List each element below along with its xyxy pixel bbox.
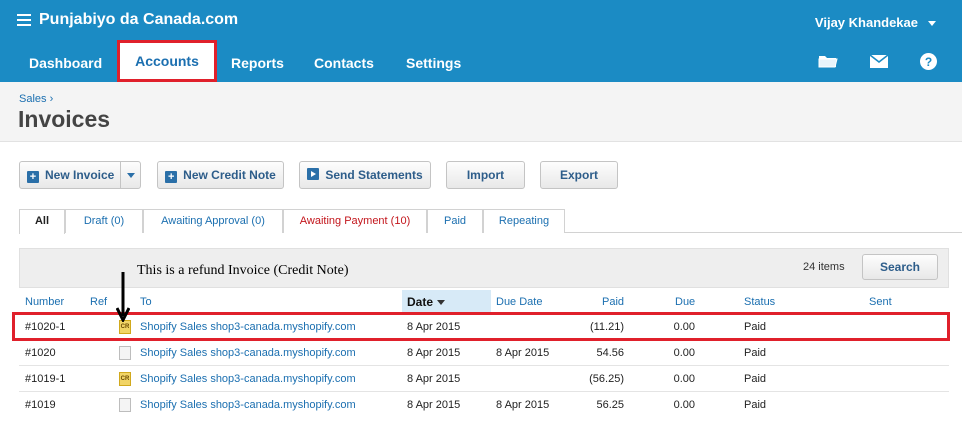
send-statements-button[interactable]: Send Statements (299, 161, 431, 189)
invoice-date: 8 Apr 2015 (407, 399, 461, 411)
search-button[interactable]: Search (862, 254, 938, 280)
invoice-due: 0.00 (673, 399, 695, 411)
invoice-paid: 56.25 (596, 399, 624, 411)
col-number[interactable]: Number (25, 296, 64, 308)
document-icon (119, 398, 131, 412)
document-icon (119, 346, 131, 360)
nav-settings[interactable]: Settings (406, 44, 461, 82)
col-to[interactable]: To (140, 296, 152, 308)
invoice-contact-link[interactable]: Shopify Sales shop3-canada.myshopify.com (140, 399, 356, 411)
tab-awaiting-approval[interactable]: Awaiting Approval (0) (143, 209, 283, 233)
invoice-paid: 54.56 (596, 347, 624, 359)
page-title: Invoices (18, 106, 111, 132)
user-name: Vijay Khandekae (814, 15, 918, 30)
table-row[interactable]: #1020 Shopify Sales shop3-canada.myshopi… (19, 340, 949, 366)
invoice-status: Paid (744, 399, 767, 411)
col-date[interactable]: Date (407, 295, 446, 309)
invoice-number[interactable]: #1019 (25, 399, 56, 411)
row-highlight-box (12, 312, 950, 341)
invoice-due-date: 8 Apr 2015 (496, 399, 550, 411)
invoice-contact-link[interactable]: Shopify Sales shop3-canada.myshopify.com (140, 347, 356, 359)
send-statements-label: Send Statements (325, 168, 423, 182)
svg-text:?: ? (925, 55, 932, 69)
tab-awaiting-payment[interactable]: Awaiting Payment (10) (283, 209, 427, 233)
tab-paid[interactable]: Paid (427, 209, 483, 233)
invoice-due-date: 8 Apr 2015 (496, 347, 550, 359)
nav-accounts[interactable]: Accounts (117, 40, 217, 82)
plus-icon: + (27, 171, 39, 183)
col-status[interactable]: Status (744, 296, 775, 308)
plus-icon: + (165, 171, 178, 183)
col-paid[interactable]: Paid (602, 296, 624, 308)
menu-icon (17, 14, 31, 26)
table-row[interactable]: #1019 Shopify Sales shop3-canada.myshopi… (19, 392, 949, 418)
nav-contacts[interactable]: Contacts (314, 44, 374, 82)
top-bar: Punjabiyo da Canada.com Vijay Khandekae … (0, 0, 962, 82)
new-invoice-button[interactable]: + New Invoice (19, 161, 141, 189)
invoice-due: 0.00 (673, 373, 695, 385)
brand[interactable]: Punjabiyo da Canada.com (17, 11, 238, 29)
nav-reports[interactable]: Reports (231, 44, 284, 82)
new-credit-note-button[interactable]: + New Credit Note (157, 161, 284, 189)
invoice-date: 8 Apr 2015 (407, 347, 461, 359)
send-icon (307, 168, 320, 180)
page-header: Sales › Invoices (0, 82, 962, 142)
export-button[interactable]: Export (540, 161, 618, 189)
mail-icon[interactable] (870, 55, 888, 68)
brand-name: Punjabiyo da Canada.com (39, 11, 239, 28)
col-sent[interactable]: Sent (869, 296, 892, 308)
tab-all[interactable]: All (19, 209, 65, 234)
import-button[interactable]: Import (446, 161, 525, 189)
invoice-contact-link[interactable]: Shopify Sales shop3-canada.myshopify.com (140, 373, 356, 385)
tab-repeating[interactable]: Repeating (483, 209, 565, 233)
annotation-text: This is a refund Invoice (Credit Note) (137, 263, 349, 278)
help-icon[interactable]: ? (920, 53, 937, 70)
new-invoice-dropdown[interactable] (120, 162, 140, 188)
col-due-date[interactable]: Due Date (496, 296, 542, 308)
breadcrumb[interactable]: Sales › (19, 93, 53, 105)
invoice-number[interactable]: #1020 (25, 347, 56, 359)
user-menu[interactable]: Vijay Khandekae (815, 15, 936, 30)
invoice-date: 8 Apr 2015 (407, 373, 461, 385)
invoice-paid: (56.25) (589, 373, 624, 385)
credit-note-icon: CR (119, 372, 131, 386)
new-credit-note-label: New Credit Note (183, 168, 276, 182)
invoice-number[interactable]: #1019-1 (25, 373, 65, 385)
new-invoice-label: New Invoice (45, 168, 115, 182)
invoice-status: Paid (744, 347, 767, 359)
invoice-due: 0.00 (673, 347, 695, 359)
col-date-label: Date (407, 295, 434, 309)
tab-draft[interactable]: Draft (0) (65, 209, 143, 233)
arrow-down-icon (116, 272, 130, 322)
col-due[interactable]: Due (675, 296, 695, 308)
chevron-down-icon (928, 21, 936, 27)
table-row[interactable]: #1019-1 CR Shopify Sales shop3-canada.my… (19, 366, 949, 392)
folder-icon[interactable] (818, 53, 838, 69)
items-count: 24 items (803, 261, 845, 273)
invoice-status: Paid (744, 373, 767, 385)
sort-desc-icon (437, 300, 446, 306)
nav-dashboard[interactable]: Dashboard (29, 44, 102, 82)
col-ref[interactable]: Ref (90, 296, 107, 308)
